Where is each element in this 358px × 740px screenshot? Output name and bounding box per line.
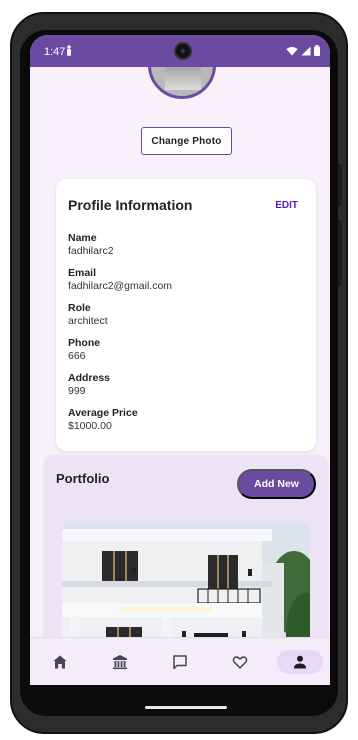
home-indicator[interactable] (145, 706, 227, 709)
status-icons (286, 45, 320, 56)
person-status-icon (67, 45, 71, 56)
status-bar: 1:47 (30, 35, 330, 67)
field-value-phone: 666 (68, 350, 86, 362)
nav-favorites[interactable] (228, 650, 252, 674)
chat-icon (173, 655, 187, 670)
profile-info-card: Profile Information EDIT Name fadhilarc2… (56, 179, 316, 451)
nav-home[interactable] (48, 650, 72, 674)
field-value-email: fadhilarc2@gmail.com (68, 280, 173, 292)
change-photo-button[interactable]: Change Photo (141, 127, 232, 155)
field-label-email: Email (68, 267, 97, 279)
nav-chat[interactable] (168, 650, 192, 674)
nav-bank[interactable] (108, 650, 132, 674)
nav-profile[interactable] (277, 650, 323, 674)
field-label-role: Role (68, 302, 91, 314)
field-label-address: Address (68, 372, 111, 384)
house-photo (62, 523, 310, 637)
profile-avatar[interactable] (148, 67, 216, 99)
bottom-navigation (30, 637, 330, 685)
battery-icon (314, 45, 320, 56)
edit-profile-button[interactable]: EDIT (275, 200, 298, 211)
field-value-name: fadhilarc2 (68, 245, 114, 257)
profile-info-title: Profile Information (68, 197, 193, 213)
portfolio-card: Portfolio Add New (44, 455, 328, 637)
field-value-role: architect (68, 315, 108, 327)
field-label-name: Name (68, 232, 97, 244)
status-time: 1:47 (44, 46, 66, 58)
person-icon (294, 655, 306, 669)
field-label-average-price: Average Price (68, 407, 138, 419)
home-icon (53, 655, 67, 669)
wifi-icon (286, 46, 298, 55)
field-value-address: 999 (68, 385, 86, 397)
portfolio-title: Portfolio (56, 471, 110, 486)
heart-icon (232, 656, 248, 669)
field-value-average-price: $1000.00 (68, 420, 112, 432)
add-new-portfolio-button[interactable]: Add New (237, 469, 316, 499)
avatar-image (165, 67, 201, 90)
portfolio-item-image[interactable] (62, 523, 310, 637)
signal-icon (301, 46, 311, 55)
profile-content[interactable]: Change Photo Profile Information EDIT Na… (30, 67, 330, 637)
front-camera (174, 42, 192, 60)
app-screen: 1:47 Change Photo Profile Information ED… (30, 35, 330, 685)
bank-icon (113, 655, 127, 670)
field-label-phone: Phone (68, 337, 101, 349)
